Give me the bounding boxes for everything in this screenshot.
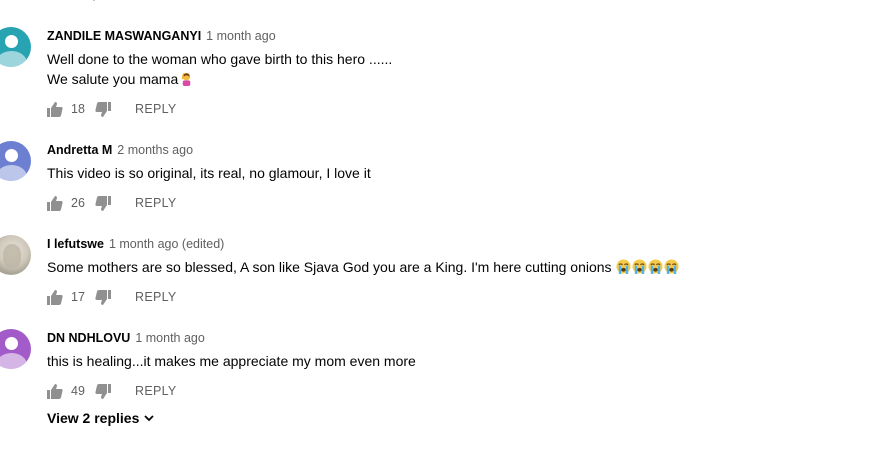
reply-button[interactable]: REPLY	[135, 196, 177, 210]
avatar[interactable]	[0, 141, 31, 181]
reply-fragment[interactable]	[89, 0, 99, 2]
avatar-head-shape	[5, 337, 18, 350]
avatar-circle	[0, 141, 31, 181]
comment-actions: 49 REPLY	[47, 383, 177, 399]
chevron-down-icon	[144, 414, 154, 421]
comment-text: This video is so original, its real, no …	[47, 165, 371, 181]
thumbs-down-icon[interactable]	[95, 289, 111, 305]
previous-comment-actions	[47, 0, 99, 4]
crying-emojis	[615, 259, 679, 275]
author-name[interactable]: ZANDILE MASWANGANYI	[47, 29, 201, 43]
thumbs-down-icon[interactable]	[95, 195, 111, 211]
comment-actions: 26 REPLY	[47, 195, 177, 211]
thumbs-up-icon[interactable]	[47, 195, 63, 211]
thumbs-down-icon[interactable]	[95, 101, 111, 117]
author-name[interactable]: I lefutswe	[47, 237, 104, 251]
comment-time[interactable]: 1 month ago (edited)	[109, 237, 224, 251]
comment-header: ZANDILE MASWANGANYI 1 month ago	[47, 29, 276, 43]
avatar-body-shape	[0, 353, 27, 369]
thumbs-up-icon[interactable]	[47, 101, 63, 117]
author-name[interactable]: Andretta M	[47, 143, 112, 157]
author-name[interactable]: DN NDHLOVU	[47, 331, 130, 345]
loudly-crying-face-emoji-icon	[616, 259, 631, 274]
view-replies-label: View 2 replies	[47, 410, 140, 426]
avatar-circle	[0, 27, 31, 67]
comment-actions: 18 REPLY	[47, 101, 177, 117]
avatar-photo	[0, 235, 31, 275]
comment-line: We salute you mama	[47, 71, 179, 87]
loudly-crying-face-emoji-icon	[664, 259, 679, 274]
comments-panel: ZANDILE MASWANGANYI 1 month ago Well don…	[0, 0, 881, 455]
avatar[interactable]	[0, 27, 31, 67]
loudly-crying-face-emoji-icon	[632, 259, 647, 274]
comment-header: DN NDHLOVU 1 month ago	[47, 331, 205, 345]
reply-button[interactable]: REPLY	[135, 384, 177, 398]
like-count: 17	[71, 290, 85, 304]
comment-text: Some mothers are so blessed, A son like …	[47, 257, 679, 277]
comment-time[interactable]: 1 month ago	[135, 331, 205, 345]
avatar-body-shape	[0, 165, 27, 181]
reply-button[interactable]: REPLY	[135, 102, 177, 116]
comment-line: Some mothers are so blessed, A son like …	[47, 259, 612, 275]
avatar-body-shape	[0, 51, 27, 67]
comment-time[interactable]: 1 month ago	[206, 29, 276, 43]
comment-actions: 17 REPLY	[47, 289, 177, 305]
like-count: 49	[71, 384, 85, 398]
thumbs-up-icon[interactable]	[47, 289, 63, 305]
view-replies-button[interactable]: View 2 replies	[47, 410, 154, 426]
avatar-head-shape	[5, 149, 18, 162]
thumbs-up-icon[interactable]	[47, 383, 63, 399]
avatar[interactable]	[0, 235, 31, 275]
comment-text: this is healing...it makes me appreciate…	[47, 353, 416, 369]
loudly-crying-face-emoji-icon	[648, 259, 663, 274]
avatar[interactable]	[0, 329, 31, 369]
avatar-photo-subject	[3, 244, 21, 268]
thumbs-down-icon[interactable]	[95, 383, 111, 399]
raising-hand-emoji-icon	[182, 72, 191, 86]
like-count: 18	[71, 102, 85, 116]
avatar-head-shape	[5, 35, 18, 48]
like-count: 26	[71, 196, 85, 210]
comment-header: I lefutswe 1 month ago (edited)	[47, 237, 224, 251]
comment-time[interactable]: 2 months ago	[117, 143, 193, 157]
comment-line-wrap: We salute you mama	[47, 69, 392, 89]
comment-text: Well done to the woman who gave birth to…	[47, 49, 392, 89]
thumbs-down-icon[interactable]	[47, 0, 61, 4]
avatar-circle	[0, 329, 31, 369]
comment-header: Andretta M 2 months ago	[47, 143, 193, 157]
comment-line: Well done to the woman who gave birth to…	[47, 51, 393, 67]
reply-button[interactable]: REPLY	[135, 290, 177, 304]
